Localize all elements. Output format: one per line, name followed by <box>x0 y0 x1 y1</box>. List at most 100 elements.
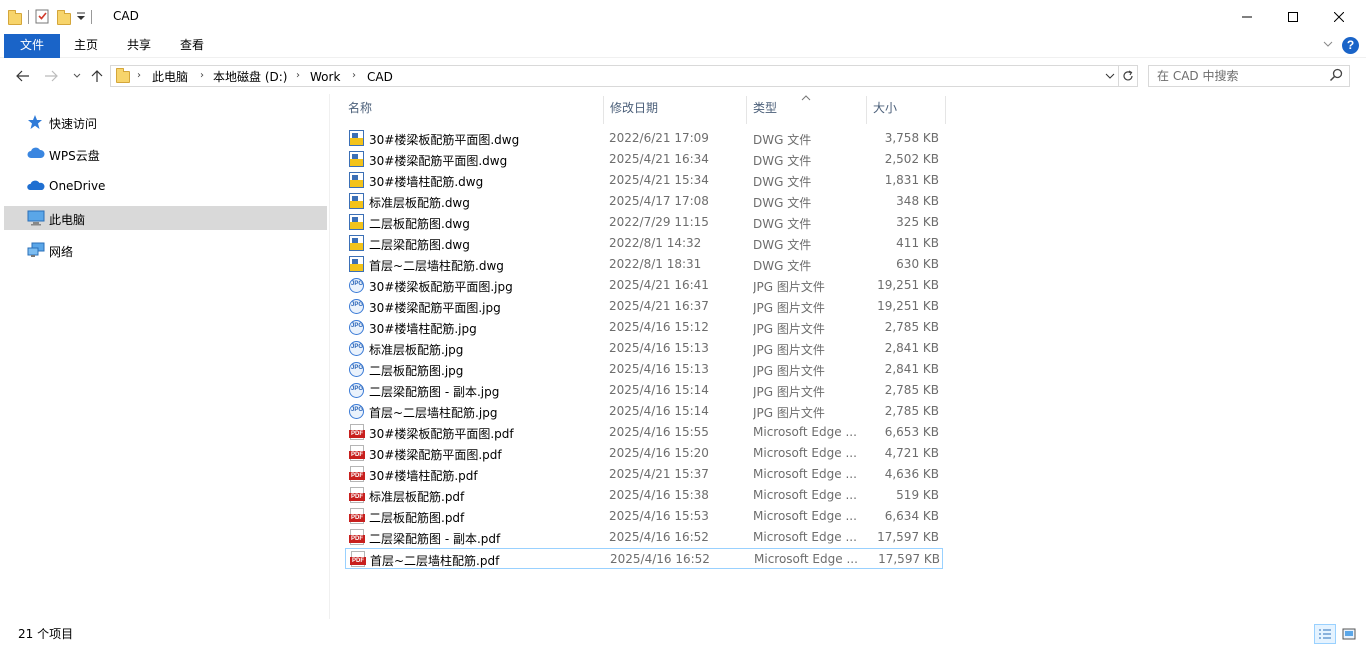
large-icons-view-button[interactable] <box>1338 624 1360 644</box>
pdf-file-icon: PDF <box>349 445 365 461</box>
file-name: 30#楼梁板配筋平面图.jpg <box>369 280 513 294</box>
column-header-name[interactable]: 名称 <box>348 100 372 122</box>
file-type: Microsoft Edge ... <box>753 467 857 481</box>
file-row[interactable]: JPG 二层板配筋图.jpg 2025/4/16 15:13 JPG 图片文件 2,84… <box>345 359 943 380</box>
file-row[interactable]: JPG 标准层板配筋.jpg 2025/4/16 15:13 JPG 图片文件 2,84… <box>345 338 943 359</box>
file-date: 2025/4/21 16:37 <box>609 299 709 313</box>
up-button[interactable] <box>88 67 106 85</box>
column-header-type[interactable]: 类型 <box>753 100 777 122</box>
recent-locations-button[interactable] <box>68 67 86 85</box>
file-row[interactable]: PDF 二层板配筋图.pdf 2025/4/16 15:53 Microsoft Ed… <box>345 506 943 527</box>
file-date: 2025/4/16 15:20 <box>609 446 709 460</box>
file-date: 2025/4/16 15:38 <box>609 488 709 502</box>
file-date: 2025/4/21 16:41 <box>609 278 709 292</box>
file-row[interactable]: PDF 二层梁配筋图 - 副本.pdf 2025/4/16 16:52 Microso… <box>345 527 943 548</box>
sidebar-item-label: 快速访问 <box>49 117 98 131</box>
column-divider[interactable] <box>945 96 946 124</box>
column-header-size[interactable]: 大小 <box>873 100 897 122</box>
file-size: 3,758 KB <box>884 131 939 145</box>
sidebar-item-label: 网络 <box>49 245 74 259</box>
file-row[interactable]: PDF 30#楼梁配筋平面图.pdf 2025/4/16 15:20 Microsof… <box>345 443 943 464</box>
file-date: 2025/4/16 15:12 <box>609 320 709 334</box>
file-row[interactable]: 30#楼梁配筋平面图.dwg 2025/4/21 16:34 DWG 文件 2,502… <box>345 149 943 170</box>
address-dropdown-button[interactable] <box>1105 69 1115 86</box>
file-row[interactable]: PDF 首层~二层墙柱配筋.pdf 2025/4/16 16:52 Microsoft… <box>345 548 943 569</box>
search-input[interactable] <box>1157 68 1327 84</box>
file-row[interactable]: JPG 30#楼梁配筋平面图.jpg 2025/4/21 16:37 JPG 图片文件… <box>345 296 943 317</box>
details-view-button[interactable] <box>1314 624 1336 644</box>
file-size: 6,634 KB <box>884 509 939 523</box>
search-icon[interactable] <box>1329 68 1343 85</box>
file-row[interactable]: 首层~二层墙柱配筋.dwg 2022/8/1 18:31 DWG 文件 630 KB <box>345 254 943 275</box>
help-button[interactable]: ? <box>1342 37 1359 54</box>
file-row[interactable]: 30#楼墙柱配筋.dwg 2025/4/21 15:34 DWG 文件 1,831 K… <box>345 170 943 191</box>
file-date: 2022/8/1 18:31 <box>609 257 702 271</box>
customize-qat-icon[interactable] <box>77 10 85 24</box>
breadcrumb-cad[interactable]: CAD <box>367 69 393 85</box>
file-row[interactable]: 标准层板配筋.dwg 2025/4/17 17:08 DWG 文件 348 KB <box>345 191 943 212</box>
properties-icon[interactable] <box>35 8 49 27</box>
minimize-button[interactable] <box>1224 0 1270 34</box>
refresh-button[interactable] <box>1119 65 1138 87</box>
pdf-file-icon: PDF <box>349 487 365 503</box>
file-row[interactable]: JPG 30#楼墙柱配筋.jpg 2025/4/16 15:12 JPG 图片文件 2,… <box>345 317 943 338</box>
file-row[interactable]: 30#楼梁板配筋平面图.dwg 2022/6/21 17:09 DWG 文件 3,75… <box>345 128 943 149</box>
file-row[interactable]: JPG 二层梁配筋图 - 副本.jpg 2025/4/16 15:14 JPG 图片文… <box>345 380 943 401</box>
breadcrumb-work[interactable]: Work <box>310 69 340 85</box>
chevron-right-icon[interactable]: › <box>296 70 300 81</box>
back-button[interactable] <box>14 67 32 85</box>
chevron-right-icon[interactable]: › <box>352 70 356 81</box>
sidebar-item-wps-cloud[interactable]: WPS云盘 <box>4 142 327 166</box>
tab-view[interactable]: 查看 <box>170 34 214 58</box>
sidebar-item-quick-access[interactable]: 快速访问 <box>4 110 327 134</box>
file-row[interactable]: JPG 首层~二层墙柱配筋.jpg 2025/4/16 15:14 JPG 图片文件 2… <box>345 401 943 422</box>
tab-file[interactable]: 文件 <box>4 34 60 58</box>
new-folder-icon[interactable] <box>57 9 71 25</box>
sidebar-item-network[interactable]: 网络 <box>4 238 327 262</box>
column-divider[interactable] <box>746 96 747 124</box>
sidebar-item-this-pc[interactable]: 此电脑 <box>4 206 327 230</box>
column-divider[interactable] <box>603 96 604 124</box>
pdf-file-icon: PDF <box>349 466 365 482</box>
file-name: 二层梁配筋图.dwg <box>369 238 470 252</box>
close-icon <box>1334 12 1344 22</box>
file-size: 19,251 KB <box>877 278 939 292</box>
chevron-right-icon[interactable]: › <box>200 70 204 81</box>
close-button[interactable] <box>1316 0 1362 34</box>
breadcrumb-this-pc[interactable]: 此电脑 <box>152 69 188 85</box>
forward-button[interactable] <box>42 67 60 85</box>
folder-icon[interactable] <box>8 9 22 25</box>
file-row[interactable]: PDF 30#楼墙柱配筋.pdf 2025/4/21 15:37 Microsoft … <box>345 464 943 485</box>
breadcrumb-local-disk[interactable]: 本地磁盘 (D:) <box>213 69 287 85</box>
file-type: Microsoft Edge ... <box>754 552 858 566</box>
file-type: DWG 文件 <box>753 217 812 231</box>
search-box[interactable] <box>1148 65 1350 87</box>
chevron-right-icon[interactable]: › <box>137 70 141 81</box>
file-row[interactable]: 二层板配筋图.dwg 2022/7/29 11:15 DWG 文件 325 KB <box>345 212 943 233</box>
file-date: 2025/4/16 16:52 <box>610 552 710 566</box>
window-title: CAD <box>113 9 139 23</box>
folder-icon <box>116 68 130 83</box>
address-bar[interactable]: › 此电脑 › 本地磁盘 (D:) › Work › CAD <box>110 65 1119 87</box>
file-type: JPG 图片文件 <box>753 364 825 378</box>
file-size: 325 KB <box>896 215 939 229</box>
arrow-up-icon <box>91 70 103 82</box>
tab-home[interactable]: 主页 <box>64 34 108 58</box>
file-row[interactable]: JPG 30#楼梁板配筋平面图.jpg 2025/4/21 16:41 JPG 图片文… <box>345 275 943 296</box>
file-name: 30#楼墙柱配筋.pdf <box>369 469 478 483</box>
jpg-file-icon: JPG <box>349 319 365 335</box>
file-row[interactable]: 二层梁配筋图.dwg 2022/8/1 14:32 DWG 文件 411 KB <box>345 233 943 254</box>
sidebar-item-onedrive[interactable]: OneDrive <box>4 174 327 198</box>
file-name: 首层~二层墙柱配筋.dwg <box>369 259 504 273</box>
column-divider[interactable] <box>866 96 867 124</box>
chevron-down-icon <box>1323 41 1333 47</box>
file-type: DWG 文件 <box>753 154 812 168</box>
file-row[interactable]: PDF 30#楼梁板配筋平面图.pdf 2025/4/16 15:55 Microso… <box>345 422 943 443</box>
file-row[interactable]: PDF 标准层板配筋.pdf 2025/4/16 15:38 Microsoft Ed… <box>345 485 943 506</box>
column-header-date[interactable]: 修改日期 <box>610 100 658 122</box>
expand-ribbon-button[interactable] <box>1322 38 1334 53</box>
tab-share[interactable]: 共享 <box>116 34 162 58</box>
ribbon-tabs: 文件 主页 共享 查看 ? <box>0 34 1366 58</box>
maximize-button[interactable] <box>1270 0 1316 34</box>
file-type: JPG 图片文件 <box>753 385 825 399</box>
